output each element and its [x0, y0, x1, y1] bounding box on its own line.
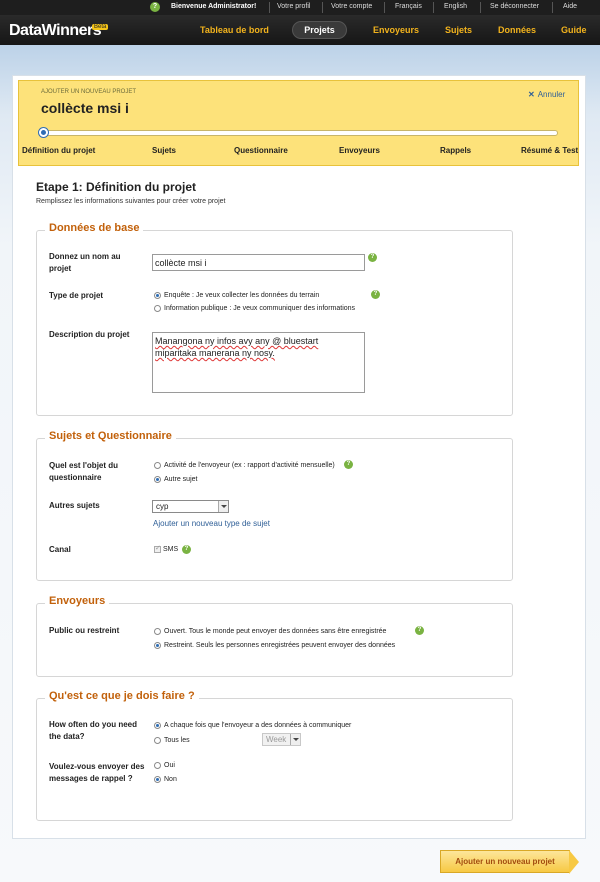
help-icon[interactable]: ? — [415, 626, 424, 635]
frequency-label: How often do you need the data? — [49, 720, 137, 741]
step-summary: Résumé & Test — [521, 146, 579, 155]
section-basic: Données de base Donnez un nom au projet … — [36, 222, 513, 416]
top-utility-bar: ? Bienvenue Administrator! Votre profil … — [0, 0, 600, 15]
divider — [552, 2, 553, 13]
progress-track — [41, 130, 558, 136]
access-open-label: Ouvert. Tous le monde peut envoyer des d… — [164, 628, 387, 635]
sms-label: SMS — [163, 546, 179, 553]
close-icon: ✕ — [528, 90, 535, 99]
step-senders: Envoyeurs — [339, 146, 380, 155]
reminder-yes-label: Oui — [164, 762, 175, 769]
type-public-label: Information publique : Je veux communiqu… — [164, 305, 356, 312]
section-todo: Qu'est ce que je dois faire ? How often … — [36, 690, 513, 821]
cancel-label: Annuler — [537, 90, 566, 99]
help-icon[interactable]: ? — [182, 545, 191, 554]
section-title: Sujets et Questionnaire — [45, 430, 176, 442]
frequency-every-label: Tous les — [164, 737, 190, 744]
nav-senders[interactable]: Envoyeurs — [373, 25, 419, 35]
reminder-yes-radio[interactable] — [154, 762, 161, 769]
lang-en-link[interactable]: English — [444, 3, 467, 10]
page-subtitle: Remplissez les informations suivantes po… — [36, 198, 226, 205]
project-banner: AJOUTER UN NOUVEAU PROJET collècte msi i… — [18, 80, 579, 166]
section-senders: Envoyeurs Public ou restreint Ouvert. To… — [36, 595, 513, 677]
help-icon[interactable]: ? — [368, 253, 377, 262]
cancel-link[interactable]: ✕ Annuler — [528, 90, 565, 99]
object-activity-radio[interactable] — [154, 462, 161, 469]
reminder-no-label: Non — [164, 776, 177, 783]
frequency-every-radio[interactable] — [154, 737, 161, 744]
reminder-no-radio[interactable] — [154, 776, 161, 783]
progress-marker — [39, 128, 48, 137]
project-title: collècte msi i — [41, 100, 129, 116]
step-reminders: Rappels — [440, 146, 472, 155]
reminder-label: Voulez-vous envoyer des messages de rapp… — [49, 762, 145, 783]
divider — [269, 2, 270, 13]
frequency-unit-value: Week — [266, 735, 287, 744]
description-label: Description du projet — [49, 330, 130, 339]
logout-link[interactable]: Se déconnecter — [490, 3, 539, 10]
subject-select-value: cyp — [156, 502, 169, 511]
object-other-label: Autre sujet — [164, 476, 198, 483]
access-label: Public ou restreint — [49, 626, 120, 635]
sms-checkbox[interactable] — [154, 544, 161, 553]
info-icon: ? — [150, 2, 160, 12]
divider — [480, 2, 481, 13]
access-restricted-radio[interactable] — [154, 642, 161, 649]
banner-subtitle: AJOUTER UN NOUVEAU PROJET — [41, 89, 137, 95]
type-label: Type de projet — [49, 291, 104, 300]
nav-data[interactable]: Données — [498, 25, 536, 35]
section-subjects: Sujets et Questionnaire Quel est l'objet… — [36, 430, 513, 581]
help-link[interactable]: Aide — [563, 3, 577, 10]
add-project-button[interactable]: Ajouter un nouveau projet — [440, 850, 579, 874]
divider — [433, 2, 434, 13]
page-title: Etape 1: Définition du projet — [36, 180, 197, 194]
section-title: Qu'est ce que je dois faire ? — [45, 690, 199, 702]
chevron-down-icon — [290, 734, 300, 745]
section-title: Envoyeurs — [45, 595, 110, 607]
access-restricted-label: Restreint. Seuls les personnes enregistr… — [164, 642, 396, 649]
welcome-text: Bienvenue Administrator! — [171, 3, 257, 10]
divider — [384, 2, 385, 13]
object-other-radio[interactable] — [154, 476, 161, 483]
nav-guide[interactable]: Guide — [561, 25, 587, 35]
frequency-unit-select[interactable]: Week — [262, 733, 301, 746]
account-link[interactable]: Votre compte — [331, 3, 372, 10]
help-icon[interactable]: ? — [344, 460, 353, 469]
main-nav: DataWinners Beta Tableau de bord Projets… — [0, 15, 600, 45]
access-open-radio[interactable] — [154, 628, 161, 635]
channel-label: Canal — [49, 545, 71, 554]
frequency-always-radio[interactable] — [154, 722, 161, 729]
step-subjects: Sujets — [152, 146, 177, 155]
type-survey-label: Enquête : Je veux collecter les données … — [164, 292, 320, 299]
step-questionnaire: Questionnaire — [234, 146, 288, 155]
nav-projects[interactable]: Projets — [292, 21, 347, 39]
object-activity-label: Activité de l'envoyeur (ex : rapport d'a… — [164, 462, 335, 469]
nav-subjects[interactable]: Sujets — [445, 25, 472, 35]
name-label: Donnez un nom au projet — [49, 252, 121, 273]
nav-dashboard[interactable]: Tableau de bord — [200, 25, 269, 35]
type-survey-radio[interactable] — [154, 292, 161, 299]
section-title: Données de base — [45, 222, 144, 234]
profile-link[interactable]: Votre profil — [277, 3, 310, 10]
step-definition: Définition du projet — [22, 146, 96, 155]
add-subject-type-link[interactable]: Ajouter un nouveau type de sujet — [153, 519, 270, 528]
other-subjects-label: Autres sujets — [49, 501, 100, 510]
divider — [322, 2, 323, 13]
type-public-radio[interactable] — [154, 305, 161, 312]
description-text: Manangona ny infos avy any @ bluestart m… — [155, 336, 319, 358]
subject-select[interactable]: cyp — [152, 500, 229, 513]
project-name-input[interactable] — [152, 254, 365, 271]
object-label: Quel est l'objet du questionnaire — [49, 461, 119, 482]
beta-badge: Beta — [92, 24, 109, 30]
help-icon[interactable]: ? — [371, 290, 380, 299]
logo[interactable]: DataWinners — [9, 22, 102, 40]
frequency-always-label: A chaque fois que l'envoyeur a des donné… — [164, 722, 352, 729]
lang-fr-link[interactable]: Français — [395, 3, 422, 10]
description-textarea[interactable]: Manangona ny infos avy any @ bluestart m… — [152, 332, 365, 393]
chevron-down-icon — [218, 501, 228, 512]
